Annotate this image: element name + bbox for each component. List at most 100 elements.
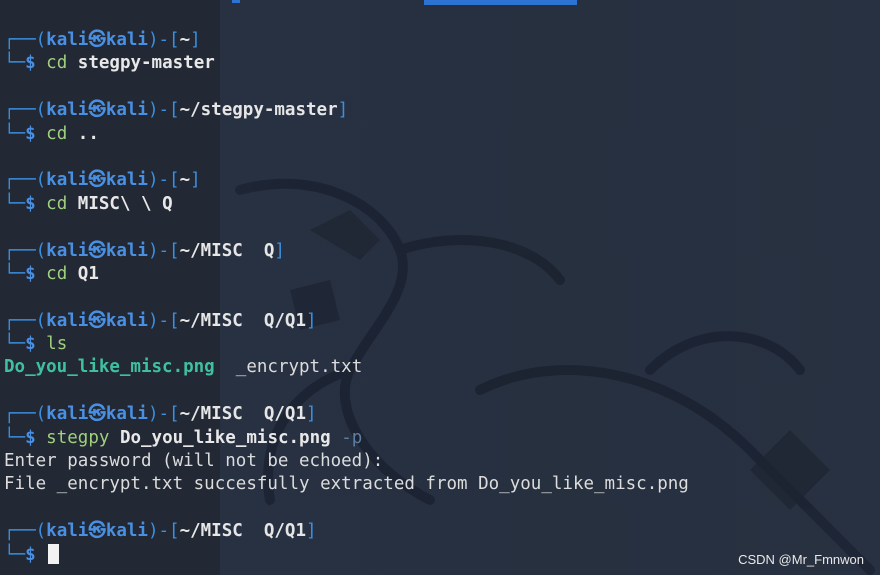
prompt-line: ┌──(kali㉿kali)-[~/MISC Q/Q1] — [4, 310, 880, 333]
prompt-path: ~/MISC Q — [179, 240, 275, 261]
prompt-box-bottom: └─ — [4, 427, 26, 448]
command-line: └─$ stegpy Do_you_like_misc.png -p — [4, 427, 880, 450]
prompt-line: ┌──(kali㉿kali)-[~/MISC Q] — [4, 240, 880, 263]
prompt-at-symbol: ㉿ — [88, 30, 106, 50]
command-name: ls — [46, 334, 68, 355]
prompt-path: ~/MISC Q/Q1 — [179, 404, 307, 425]
prompt-dollar: $ — [25, 193, 36, 214]
command-args: .. — [77, 123, 99, 144]
command-line: └─$ ls — [4, 333, 880, 356]
prompt-dollar: $ — [25, 334, 36, 355]
prompt-user: kali — [46, 240, 89, 261]
command-args: Q1 — [77, 263, 99, 284]
prompt-path: ~/stegpy-master — [179, 100, 338, 121]
command-args: Do_you_like_misc.png — [119, 427, 331, 448]
active-tab-indicator[interactable] — [424, 0, 577, 5]
prompt-host: kali — [105, 521, 148, 542]
prompt-user: kali — [46, 310, 89, 331]
prompt-host: kali — [105, 310, 148, 331]
prompt-at-symbol: ㉿ — [88, 404, 106, 425]
prompt-user: kali — [46, 404, 89, 425]
output-text: File _encrypt.txt succesfully extracted … — [4, 474, 689, 495]
watermark: CSDN @Mr_Fmnwon — [738, 552, 864, 567]
command-line: └─$ cd .. — [4, 123, 880, 146]
prompt-box-top: ┌──( — [4, 240, 47, 261]
prompt-separator: )-[ — [147, 170, 180, 191]
command-name: cd — [46, 193, 68, 214]
prompt-box-bottom: └─ — [4, 334, 26, 355]
command-flag: -p — [341, 427, 363, 448]
text-cursor[interactable] — [48, 543, 60, 564]
ls-output-line: Do_you_like_misc.png _encrypt.txt — [4, 356, 880, 379]
prompt-at-symbol: ㉿ — [88, 240, 106, 261]
prompt-box-top: ┌──( — [4, 404, 47, 425]
command-name: cd — [46, 53, 68, 74]
prompt-at-symbol: ㉿ — [88, 521, 106, 542]
prompt-box-top: ┌──( — [4, 100, 47, 121]
prompt-box-bottom: └─ — [4, 193, 26, 214]
command-args: stegpy-master — [77, 53, 215, 74]
prompt-box-bottom: └─ — [4, 263, 26, 284]
prompt-line: ┌──(kali㉿kali)-[~/MISC Q/Q1] — [4, 520, 880, 543]
command-name: cd — [46, 123, 68, 144]
prompt-dollar: $ — [25, 53, 36, 74]
output-text: Enter password (will not be echoed): — [4, 451, 384, 472]
prompt-dollar: $ — [25, 123, 36, 144]
prompt-separator: )-[ — [147, 404, 180, 425]
prompt-dollar: $ — [25, 544, 36, 565]
prompt-host: kali — [105, 240, 148, 261]
prompt-path: ~ — [179, 170, 191, 191]
stegpy-output-result: File _encrypt.txt succesfully extracted … — [4, 473, 880, 496]
prompt-dollar: $ — [25, 427, 36, 448]
ls-file-txt: _encrypt.txt — [235, 357, 363, 378]
prompt-box-end: ] — [306, 310, 317, 331]
prompt-line: ┌──(kali㉿kali)-[~] — [4, 29, 880, 52]
prompt-at-symbol: ㉿ — [88, 170, 106, 191]
command-name: stegpy — [46, 427, 110, 448]
command-name: cd — [46, 263, 68, 284]
prompt-box-end: ] — [190, 170, 201, 191]
prompt-separator: )-[ — [147, 30, 180, 50]
command-line: └─$ cd stegpy-master — [4, 52, 880, 75]
prompt-separator: )-[ — [147, 310, 180, 331]
prompt-path: ~ — [179, 30, 191, 50]
prompt-at-symbol: ㉿ — [88, 310, 106, 331]
prompt-host: kali — [105, 170, 148, 191]
prompt-dollar: $ — [25, 263, 36, 284]
prompt-box-top: ┌──( — [4, 310, 47, 331]
prompt-box-end: ] — [274, 240, 285, 261]
prompt-box-top: ┌──( — [4, 170, 47, 191]
prompt-box-bottom: └─ — [4, 123, 26, 144]
prompt-host: kali — [105, 404, 148, 425]
prompt-box-end: ] — [190, 30, 201, 50]
prompt-line: ┌──(kali㉿kali)-[~] — [4, 169, 880, 192]
stegpy-output-password: Enter password (will not be echoed): — [4, 450, 880, 473]
ls-file-png: Do_you_like_misc.png — [4, 357, 215, 378]
prompt-box-bottom: └─ — [4, 544, 26, 565]
prompt-user: kali — [46, 100, 89, 121]
prompt-separator: )-[ — [147, 240, 180, 261]
prompt-box-end: ] — [306, 521, 317, 542]
prompt-path: ~/MISC Q/Q1 — [179, 521, 307, 542]
prompt-box-end: ] — [306, 404, 317, 425]
command-line: └─$ cd Q1 — [4, 263, 880, 286]
prompt-box-bottom: └─ — [4, 53, 26, 74]
prompt-at-symbol: ㉿ — [88, 100, 106, 121]
prompt-host: kali — [105, 30, 148, 50]
prompt-line: ┌──(kali㉿kali)-[~/MISC Q/Q1] — [4, 403, 880, 426]
prompt-user: kali — [46, 170, 89, 191]
command-args: MISC\ \ Q — [77, 193, 173, 214]
command-line: └─$ cd MISC\ \ Q — [4, 193, 880, 216]
prompt-user: kali — [46, 30, 89, 50]
prompt-box-end: ] — [337, 100, 349, 121]
prompt-separator: )-[ — [147, 521, 180, 542]
prompt-path: ~/MISC Q/Q1 — [179, 310, 307, 331]
prompt-line: ┌──(kali㉿kali)-[~/stegpy-master] — [4, 99, 880, 122]
tab-indicator-left — [232, 0, 240, 3]
prompt-host: kali — [105, 100, 148, 121]
prompt-separator: )-[ — [147, 100, 180, 121]
prompt-box-top: ┌──( — [4, 30, 47, 50]
prompt-box-top: ┌──( — [4, 521, 47, 542]
terminal-output[interactable]: ┌──(kali㉿kali)-[~] └─$ cd stegpy-master … — [4, 29, 880, 567]
prompt-user: kali — [46, 521, 89, 542]
